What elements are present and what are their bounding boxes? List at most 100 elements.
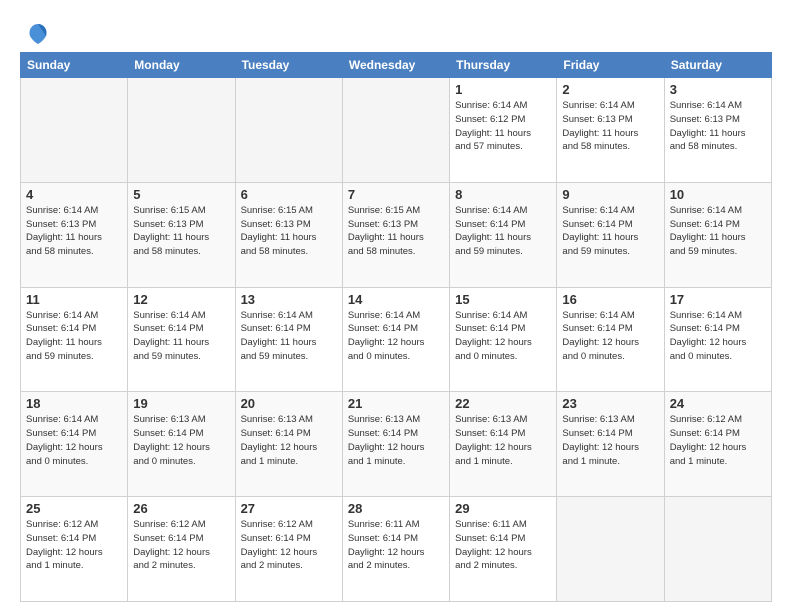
header-tuesday: Tuesday	[235, 53, 342, 78]
day-info: Daylight: 11 hours	[562, 231, 658, 245]
day-info: Sunrise: 6:14 AM	[562, 99, 658, 113]
table-row: 13Sunrise: 6:14 AMSunset: 6:14 PMDayligh…	[235, 287, 342, 392]
header-thursday: Thursday	[450, 53, 557, 78]
day-info: Sunrise: 6:13 AM	[348, 413, 444, 427]
day-number: 29	[455, 501, 551, 516]
day-info: Sunset: 6:14 PM	[455, 218, 551, 232]
day-number: 26	[133, 501, 229, 516]
day-number: 24	[670, 396, 766, 411]
day-info: Sunrise: 6:15 AM	[348, 204, 444, 218]
day-info: and 0 minutes.	[670, 350, 766, 364]
day-info: Sunrise: 6:14 AM	[455, 204, 551, 218]
day-info: Sunrise: 6:14 AM	[133, 309, 229, 323]
day-number: 5	[133, 187, 229, 202]
day-info: Sunset: 6:14 PM	[133, 322, 229, 336]
day-info: Sunset: 6:14 PM	[348, 427, 444, 441]
day-info: and 2 minutes.	[133, 559, 229, 573]
day-info: and 59 minutes.	[241, 350, 337, 364]
day-number: 27	[241, 501, 337, 516]
table-row: 3Sunrise: 6:14 AMSunset: 6:13 PMDaylight…	[664, 78, 771, 183]
day-info: Daylight: 11 hours	[241, 231, 337, 245]
day-number: 4	[26, 187, 122, 202]
day-info: Daylight: 12 hours	[562, 441, 658, 455]
day-info: Daylight: 12 hours	[455, 441, 551, 455]
day-info: and 59 minutes.	[562, 245, 658, 259]
day-number: 1	[455, 82, 551, 97]
day-info: and 2 minutes.	[348, 559, 444, 573]
day-info: Sunrise: 6:14 AM	[562, 309, 658, 323]
day-info: Daylight: 11 hours	[348, 231, 444, 245]
table-row: 1Sunrise: 6:14 AMSunset: 6:12 PMDaylight…	[450, 78, 557, 183]
day-info: Daylight: 12 hours	[670, 441, 766, 455]
day-number: 25	[26, 501, 122, 516]
day-number: 21	[348, 396, 444, 411]
table-row	[664, 497, 771, 602]
day-number: 14	[348, 292, 444, 307]
day-info: Daylight: 12 hours	[348, 441, 444, 455]
day-info: and 2 minutes.	[241, 559, 337, 573]
table-row: 28Sunrise: 6:11 AMSunset: 6:14 PMDayligh…	[342, 497, 449, 602]
table-row: 4 Sunrise: 6:14 AMSunset: 6:13 PMDaylight…	[21, 182, 128, 287]
table-row: 29Sunrise: 6:11 AMSunset: 6:14 PMDayligh…	[450, 497, 557, 602]
table-row: 25Sunrise: 6:12 AMSunset: 6:14 PMDayligh…	[21, 497, 128, 602]
table-row	[128, 78, 235, 183]
day-info: Daylight: 12 hours	[455, 546, 551, 560]
day-info: Sunrise: 6:15 AM	[133, 204, 229, 218]
day-info: Sunset: 6:14 PM	[562, 322, 658, 336]
day-info: Daylight: 12 hours	[26, 546, 122, 560]
day-info: Sunrise: 6:14 AM	[26, 204, 122, 218]
day-number: 8	[455, 187, 551, 202]
day-number: 13	[241, 292, 337, 307]
day-info: Sunrise: 6:13 AM	[562, 413, 658, 427]
day-info: and 59 minutes.	[133, 350, 229, 364]
day-number: 10	[670, 187, 766, 202]
day-number: 15	[455, 292, 551, 307]
table-row: 22Sunrise: 6:13 AMSunset: 6:14 PMDayligh…	[450, 392, 557, 497]
table-row: 7Sunrise: 6:15 AMSunset: 6:13 PMDaylight…	[342, 182, 449, 287]
day-info: and 59 minutes.	[26, 350, 122, 364]
table-row: 21 Sunrise: 6:13 AMSunset: 6:14 PMDayligh…	[342, 392, 449, 497]
day-info: Daylight: 11 hours	[670, 127, 766, 141]
day-info: and 1 minute.	[670, 455, 766, 469]
day-info: Sunset: 6:14 PM	[455, 532, 551, 546]
day-info: Sunrise: 6:12 AM	[26, 518, 122, 532]
day-info: and 58 minutes.	[26, 245, 122, 259]
day-info: and 1 minute.	[348, 455, 444, 469]
header-monday: Monday	[128, 53, 235, 78]
day-number: 23	[562, 396, 658, 411]
day-info: Sunset: 6:13 PM	[670, 113, 766, 127]
day-info: Sunset: 6:14 PM	[26, 427, 122, 441]
table-row: 26Sunrise: 6:12 AMSunset: 6:14 PMDayligh…	[128, 497, 235, 602]
day-info: Sunset: 6:14 PM	[241, 532, 337, 546]
day-info: Sunrise: 6:15 AM	[241, 204, 337, 218]
day-info: Sunset: 6:14 PM	[670, 322, 766, 336]
table-row: 11Sunrise: 6:14 AMSunset: 6:14 PMDayligh…	[21, 287, 128, 392]
table-row: 19Sunrise: 6:13 AMSunset: 6:14 PMDayligh…	[128, 392, 235, 497]
day-info: Sunset: 6:13 PM	[26, 218, 122, 232]
day-info: and 58 minutes.	[670, 140, 766, 154]
day-info: Daylight: 11 hours	[26, 231, 122, 245]
day-info: Sunrise: 6:14 AM	[241, 309, 337, 323]
calendar-week-row: 25Sunrise: 6:12 AMSunset: 6:14 PMDayligh…	[21, 497, 772, 602]
table-row: 23Sunrise: 6:13 AMSunset: 6:14 PMDayligh…	[557, 392, 664, 497]
day-number: 12	[133, 292, 229, 307]
day-info: Sunrise: 6:13 AM	[241, 413, 337, 427]
calendar-week-row: 4Sunrise: 6:14 AMSunset: 6:13 PMDaylight…	[21, 182, 772, 287]
day-info: and 1 minute.	[562, 455, 658, 469]
day-info: Sunset: 6:14 PM	[348, 322, 444, 336]
day-info: Daylight: 11 hours	[133, 336, 229, 350]
table-row: 2Sunrise: 6:14 AMSunset: 6:13 PMDaylight…	[557, 78, 664, 183]
logo	[20, 20, 52, 44]
table-row: 12 Sunrise: 6:14 AMSunset: 6:14 PMDayligh…	[128, 287, 235, 392]
table-row: 9Sunrise: 6:14 AMSunset: 6:14 PMDaylight…	[557, 182, 664, 287]
day-info: and 58 minutes.	[562, 140, 658, 154]
day-info: Daylight: 11 hours	[562, 127, 658, 141]
day-info: and 2 minutes.	[455, 559, 551, 573]
calendar-week-row: 11Sunrise: 6:14 AMSunset: 6:14 PMDayligh…	[21, 287, 772, 392]
day-info: Daylight: 11 hours	[455, 231, 551, 245]
day-number: 2	[562, 82, 658, 97]
day-info: Daylight: 12 hours	[348, 336, 444, 350]
day-info: Sunset: 6:14 PM	[241, 322, 337, 336]
day-number: 18	[26, 396, 122, 411]
day-info: Sunset: 6:14 PM	[133, 427, 229, 441]
